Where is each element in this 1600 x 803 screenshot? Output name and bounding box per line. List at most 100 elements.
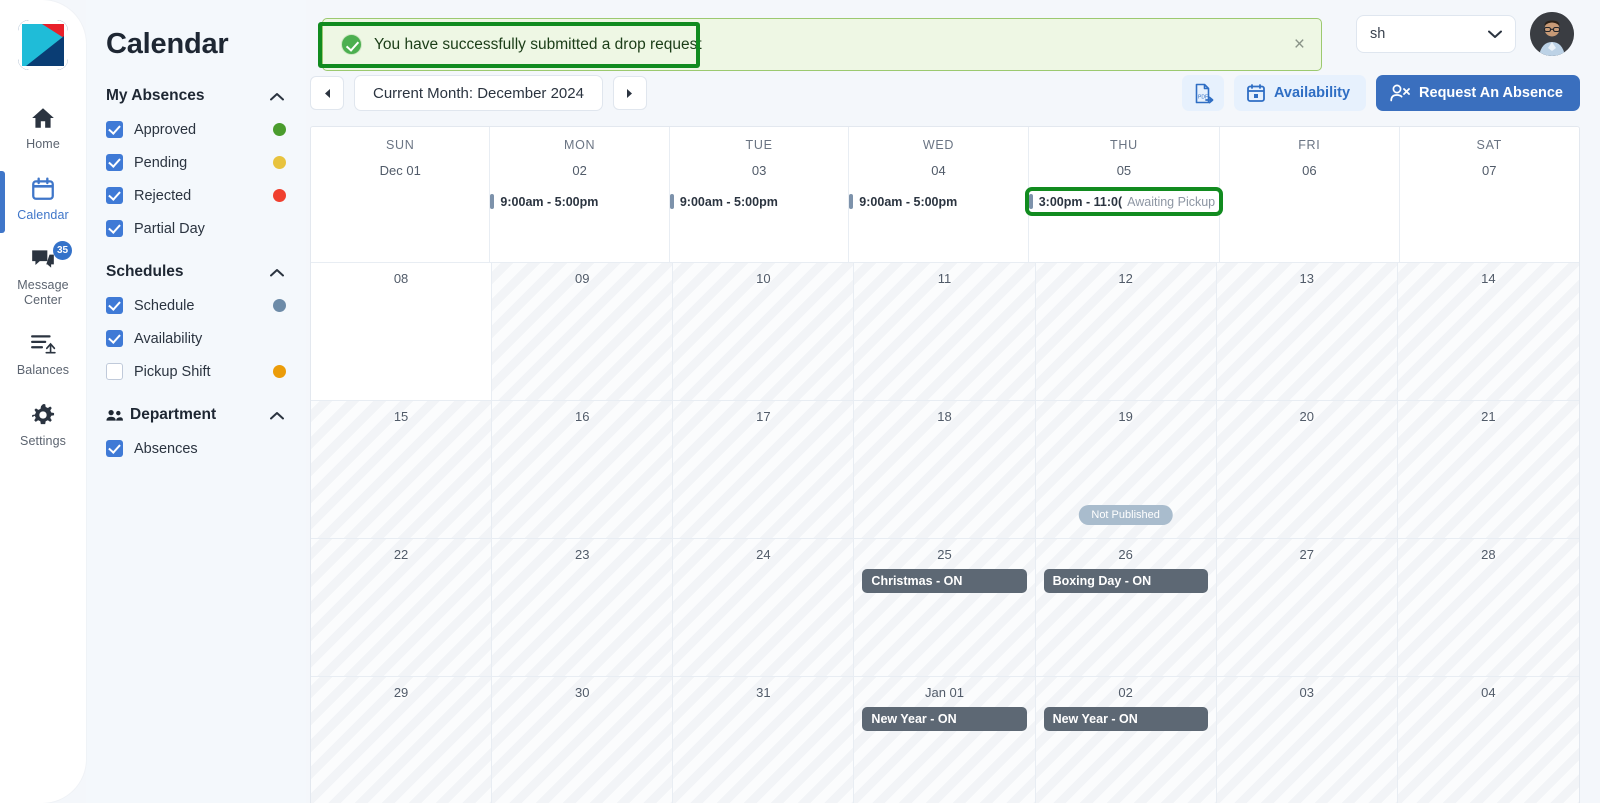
- next-month-button[interactable]: [612, 76, 647, 110]
- shift-color-bar: [1028, 194, 1033, 209]
- day-number: 17: [756, 409, 771, 424]
- page-title: Calendar: [106, 28, 229, 60]
- chevron-up-icon[interactable]: [270, 268, 284, 277]
- calendar-day-cell[interactable]: 02 New Year - ON: [1035, 677, 1217, 803]
- calendar-header-cell[interactable]: MON 02 9:00am - 5:00pm: [490, 127, 670, 263]
- calendar-header-cell[interactable]: WED 04 9:00am - 5:00pm: [849, 127, 1029, 263]
- shift-time: 9:00am - 5:00pm: [859, 194, 958, 209]
- language-select[interactable]: sh: [1356, 15, 1516, 53]
- calendar-day-cell[interactable]: 20: [1216, 401, 1398, 539]
- nav-item-calendar[interactable]: Calendar: [0, 163, 86, 234]
- balances-icon: [30, 331, 56, 357]
- nav-item-balances[interactable]: Balances: [0, 318, 86, 389]
- calendar-day-cell[interactable]: 30: [492, 677, 674, 803]
- shift-event[interactable]: 3:00pm - 11:0(Awaiting Pickup: [1024, 187, 1224, 216]
- calendar-day-cell[interactable]: 24: [673, 539, 855, 677]
- shift-time: 3:00pm - 11:0(: [1038, 194, 1123, 209]
- calendar-day-cell[interactable]: 22: [311, 539, 493, 677]
- calendar-day-cell[interactable]: 25 Christmas - ON: [854, 539, 1036, 677]
- current-month-label: Current Month: December 2024: [373, 84, 584, 102]
- calendar-day-cell[interactable]: 15: [311, 401, 493, 539]
- day-number: 28: [1481, 547, 1496, 562]
- calendar-day-cell[interactable]: 16: [492, 401, 674, 539]
- calendar-header-cell[interactable]: SAT 07: [1399, 127, 1579, 263]
- day-number: 08: [393, 271, 409, 286]
- user-avatar[interactable]: [1530, 12, 1574, 56]
- shift-event[interactable]: 9:00am - 5:00pm: [490, 191, 668, 212]
- calendar-day-cell[interactable]: 09: [492, 263, 674, 401]
- day-number: Jan 01: [924, 685, 965, 700]
- filter-label: Absences: [134, 440, 198, 457]
- filter-row-approved[interactable]: Approved: [106, 121, 286, 138]
- holiday-badge[interactable]: Boxing Day - ON: [1043, 569, 1208, 593]
- toast-close-button[interactable]: ×: [1278, 35, 1321, 54]
- nav-item-message-center[interactable]: 35 Message Center: [0, 233, 86, 318]
- calendar-day-cell[interactable]: 03: [1216, 677, 1398, 803]
- availability-button[interactable]: Availability: [1234, 75, 1367, 111]
- chevron-up-icon[interactable]: [270, 411, 284, 420]
- filter-label: Availability: [134, 330, 203, 347]
- checkbox[interactable]: [106, 121, 123, 138]
- filter-section-department: Department Absences: [86, 406, 306, 457]
- shift-event[interactable]: 9:00am - 5:00pm: [849, 191, 1027, 212]
- chevron-up-icon[interactable]: [270, 92, 284, 101]
- calendar-day-cell[interactable]: 14: [1397, 263, 1579, 401]
- checkbox[interactable]: [106, 154, 123, 171]
- calendar-day-cell[interactable]: 31: [673, 677, 855, 803]
- calendar-day-cell[interactable]: 11: [854, 263, 1036, 401]
- calendar-toolbar: Current Month: December 2024 PDF Availab…: [310, 68, 1580, 118]
- calendar-header-cell[interactable]: TUE 03 9:00am - 5:00pm: [669, 127, 850, 263]
- calendar-day-cell[interactable]: 12: [1035, 263, 1217, 401]
- calendar-day-cell[interactable]: Jan 01 New Year - ON: [854, 677, 1036, 803]
- calendar-day-cell[interactable]: 18: [854, 401, 1036, 539]
- calendar-header-cell[interactable]: SUN Dec 01: [311, 127, 491, 263]
- nav-item-settings[interactable]: Settings: [0, 389, 86, 460]
- filter-section-header[interactable]: Schedules: [106, 263, 286, 281]
- calendar-app: Home Calendar 35 Message Center Balances Sett…: [0, 0, 1600, 803]
- filter-row-pending[interactable]: Pending: [106, 154, 286, 171]
- calendar-day-cell[interactable]: 04: [1397, 677, 1579, 803]
- filter-row-schedule[interactable]: Schedule: [106, 297, 286, 314]
- checkbox[interactable]: [106, 363, 123, 380]
- checkbox[interactable]: [106, 220, 123, 237]
- filter-row-rejected[interactable]: Rejected: [106, 187, 286, 204]
- checkbox[interactable]: [106, 187, 123, 204]
- success-check-icon: [341, 34, 362, 55]
- filter-section-header[interactable]: My Absences: [106, 87, 286, 105]
- calendar-day-cell[interactable]: 21: [1397, 401, 1579, 539]
- calendar-day-cell[interactable]: 08: [311, 263, 493, 401]
- calendar-day-cell[interactable]: 23: [492, 539, 674, 677]
- checkbox[interactable]: [106, 297, 123, 314]
- filter-row-availability[interactable]: Availability: [106, 330, 286, 347]
- calendar-day-cell[interactable]: 26 Boxing Day - ON: [1035, 539, 1217, 677]
- calendar-day-cell[interactable]: 29: [311, 677, 493, 803]
- calendar-day-cell[interactable]: 17: [673, 401, 855, 539]
- nav-item-home[interactable]: Home: [0, 92, 86, 163]
- filter-row-partial-day[interactable]: Partial Day: [106, 220, 286, 237]
- day-number: 25: [937, 547, 952, 562]
- calendar-day-cell[interactable]: 13: [1216, 263, 1398, 401]
- shift-event[interactable]: 9:00am - 5:00pm: [669, 191, 848, 212]
- filter-row-pickup-shift[interactable]: Pickup Shift: [106, 363, 286, 380]
- current-month-button[interactable]: Current Month: December 2024: [354, 75, 603, 111]
- calendar-day-cell[interactable]: 10: [673, 263, 855, 401]
- filter-label: Rejected: [134, 187, 192, 204]
- holiday-badge[interactable]: New Year - ON: [1043, 707, 1208, 731]
- calendar-header-cell[interactable]: THU 05 3:00pm - 11:0(Awaiting Pickup: [1024, 127, 1224, 263]
- prev-month-button[interactable]: [310, 76, 344, 110]
- calendar-day-cell[interactable]: 27: [1216, 539, 1398, 677]
- weekday-label: WED: [922, 138, 955, 152]
- request-absence-button[interactable]: Request An Absence: [1376, 75, 1580, 111]
- filter-section-header[interactable]: Department: [106, 406, 286, 424]
- checkbox[interactable]: [106, 440, 123, 457]
- pdf-export-button[interactable]: PDF: [1182, 75, 1224, 111]
- calendar-day-cell[interactable]: 28: [1397, 539, 1579, 677]
- filter-section-title: My Absences: [106, 87, 205, 104]
- calendar-header-cell[interactable]: FRI 06: [1220, 127, 1400, 263]
- filter-row-absences[interactable]: Absences: [106, 440, 286, 457]
- day-number: 30: [574, 685, 590, 700]
- holiday-badge[interactable]: Christmas - ON: [862, 569, 1027, 593]
- checkbox[interactable]: [106, 330, 123, 347]
- holiday-badge[interactable]: New Year - ON: [862, 707, 1027, 731]
- calendar-day-cell[interactable]: 19 Not Published: [1035, 401, 1217, 539]
